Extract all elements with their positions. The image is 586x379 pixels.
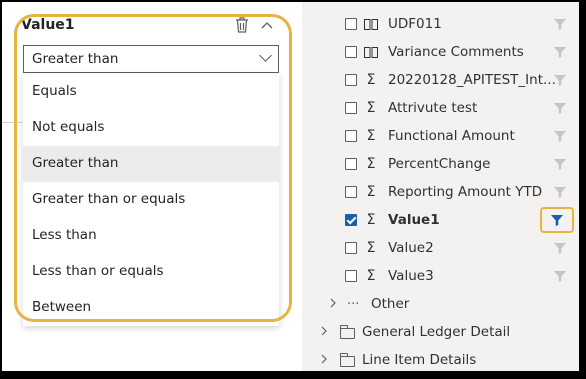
field-row[interactable]: UDF011 — [302, 10, 579, 38]
filter-icon[interactable] — [553, 269, 567, 283]
sigma-icon: Σ — [366, 156, 376, 172]
field-label: Functional Amount — [388, 128, 515, 144]
filter-icon[interactable] — [553, 157, 567, 171]
option-equals[interactable]: Equals — [23, 74, 279, 110]
field-row[interactable]: Σ Value1 — [302, 206, 579, 234]
option-less-than[interactable]: Less than — [23, 218, 279, 254]
collapse-chevron-icon[interactable] — [261, 18, 273, 33]
sigma-icon: Σ — [366, 72, 376, 88]
filter-icon[interactable] — [553, 17, 567, 31]
filter-operator-select[interactable]: Greater than — [23, 45, 279, 73]
field-label: PercentChange — [388, 156, 491, 172]
filter-icon[interactable] — [553, 73, 567, 87]
app-frame: Value1 Greater than Equals Not equals Gr… — [2, 2, 579, 371]
filter-card: Value1 Greater than Equals Not equals Gr… — [2, 2, 302, 371]
chevron-right-icon — [329, 297, 337, 312]
filter-icon[interactable] — [553, 185, 567, 199]
field-checkbox[interactable] — [345, 242, 357, 254]
field-row[interactable]: Σ Value2 — [302, 234, 579, 262]
filter-icon[interactable] — [553, 241, 567, 255]
filter-icon[interactable] — [553, 45, 567, 59]
field-checkbox[interactable] — [345, 46, 357, 58]
group-other[interactable]: ··· Other — [302, 290, 579, 318]
field-checkbox[interactable] — [345, 270, 357, 282]
folder-icon — [340, 353, 355, 367]
field-label: Attrivute test — [388, 100, 478, 116]
field-row[interactable]: Σ Attrivute test — [302, 94, 579, 122]
field-checkbox[interactable] — [345, 18, 357, 30]
folder-icon — [340, 325, 355, 339]
field-row[interactable]: Variance Comments — [302, 38, 579, 66]
field-checkbox[interactable] — [345, 158, 357, 170]
fields-pane: UDF011 Variance Comments Σ 20220128_APITEST… — [302, 2, 579, 371]
column-icon — [364, 46, 378, 58]
table-general-ledger-detail[interactable]: General Ledger Detail — [302, 318, 579, 346]
filter-icon[interactable] — [540, 207, 574, 233]
field-checkbox[interactable] — [345, 74, 357, 86]
option-greater-than-or-equals[interactable]: Greater than or equals — [23, 182, 279, 218]
chevron-right-icon — [320, 353, 328, 368]
table-label: General Ledger Detail — [362, 324, 511, 340]
sigma-icon: Σ — [366, 100, 376, 116]
field-checkbox[interactable] — [345, 130, 357, 142]
filter-operator-value: Greater than — [32, 51, 119, 67]
field-label: UDF011 — [388, 16, 442, 32]
column-icon — [364, 18, 378, 30]
divider — [2, 122, 22, 123]
filter-card-title: Value1 — [21, 17, 75, 33]
option-between[interactable]: Between — [23, 290, 279, 326]
field-row[interactable]: Σ Functional Amount — [302, 122, 579, 150]
field-row[interactable]: Σ Value3 — [302, 262, 579, 290]
table-line-item-details[interactable]: Line Item Details — [302, 346, 579, 371]
filter-icon[interactable] — [553, 129, 567, 143]
option-greater-than[interactable]: Greater than — [23, 146, 279, 182]
sigma-icon: Σ — [366, 184, 376, 200]
field-label: Reporting Amount YTD — [388, 184, 543, 200]
field-row[interactable]: Σ Reporting Amount YTD — [302, 178, 579, 206]
field-checkbox[interactable] — [345, 186, 357, 198]
field-label: Value3 — [388, 268, 434, 284]
field-row[interactable]: Σ 20220128_APITEST_Int... — [302, 66, 579, 94]
ellipsis-icon: ··· — [347, 296, 360, 312]
field-label: Value2 — [388, 240, 434, 256]
sigma-icon: Σ — [366, 128, 376, 144]
field-row[interactable]: Σ PercentChange — [302, 150, 579, 178]
field-label: Variance Comments — [388, 44, 524, 60]
field-label: 20220128_APITEST_Int... — [388, 72, 556, 88]
field-label: Value1 — [388, 212, 440, 228]
option-not-equals[interactable]: Not equals — [23, 110, 279, 146]
filter-operator-dropdown: Equals Not equals Greater than Greater t… — [23, 74, 279, 326]
sigma-icon: Σ — [366, 240, 376, 256]
chevron-down-icon — [259, 49, 272, 62]
delete-filter-icon[interactable] — [235, 17, 249, 33]
field-checkbox[interactable] — [345, 102, 357, 114]
sigma-icon: Σ — [366, 212, 376, 228]
option-less-than-or-equals[interactable]: Less than or equals — [23, 254, 279, 290]
group-other-label: Other — [371, 296, 410, 312]
table-label: Line Item Details — [362, 352, 477, 368]
sigma-icon: Σ — [366, 268, 376, 284]
field-checkbox[interactable] — [345, 214, 357, 226]
filter-icon[interactable] — [553, 101, 567, 115]
chevron-right-icon — [320, 325, 328, 340]
